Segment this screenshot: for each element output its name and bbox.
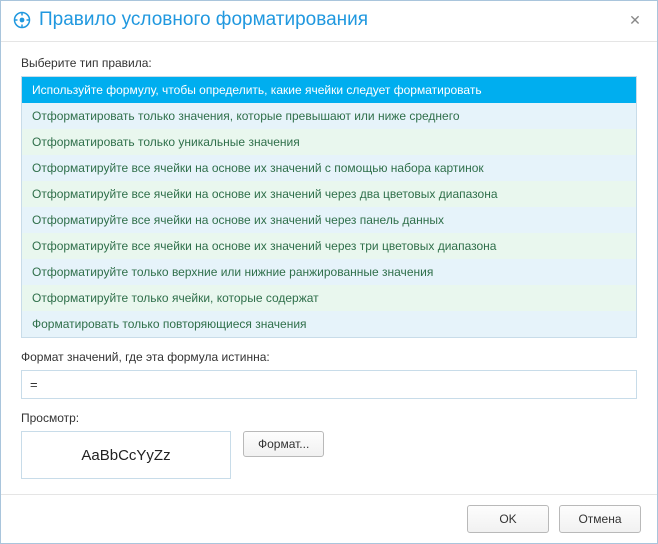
rule-type-item[interactable]: Отформатируйте только верхние или нижние…	[22, 259, 636, 285]
rule-type-item[interactable]: Отформатируйте все ячейки на основе их з…	[22, 155, 636, 181]
dialog-body: Выберите тип правила: Используйте формул…	[1, 42, 657, 494]
rule-type-item[interactable]: Используйте формулу, чтобы определить, к…	[22, 77, 636, 103]
rule-type-item[interactable]: Форматировать только повторяющиеся значе…	[22, 311, 636, 337]
rule-type-item[interactable]: Отформатируйте все ячейки на основе их з…	[22, 233, 636, 259]
rule-type-item[interactable]: Отформатируйте все ячейки на основе их з…	[22, 181, 636, 207]
rule-type-list[interactable]: Используйте формулу, чтобы определить, к…	[21, 76, 637, 338]
dialog-title: Правило условного форматирования	[39, 9, 625, 31]
preview-row: AaBbCcYyZz Формат...	[21, 431, 637, 479]
rule-type-item[interactable]: Отформатировать только значения, которые…	[22, 103, 636, 129]
rule-type-item[interactable]: Отформатируйте только ячейки, которые со…	[22, 285, 636, 311]
rule-type-item[interactable]: Отформатируйте все ячейки на основе их з…	[22, 207, 636, 233]
formula-input[interactable]	[21, 370, 637, 399]
rule-type-item[interactable]: Отформатировать только уникальные значен…	[22, 129, 636, 155]
ok-button[interactable]: OK	[467, 505, 549, 533]
titlebar: Правило условного форматирования ✕	[1, 1, 657, 42]
preview-label: Просмотр:	[21, 411, 637, 425]
app-icon	[13, 11, 31, 29]
preview-sample: AaBbCcYyZz	[21, 431, 231, 479]
formula-label: Формат значений, где эта формула истинна…	[21, 350, 637, 364]
dialog-window: Правило условного форматирования ✕ Выбер…	[0, 0, 658, 544]
dialog-footer: OK Отмена	[1, 494, 657, 543]
close-icon[interactable]: ✕	[625, 10, 645, 30]
select-rule-type-label: Выберите тип правила:	[21, 56, 637, 70]
cancel-button[interactable]: Отмена	[559, 505, 641, 533]
format-button[interactable]: Формат...	[243, 431, 324, 457]
